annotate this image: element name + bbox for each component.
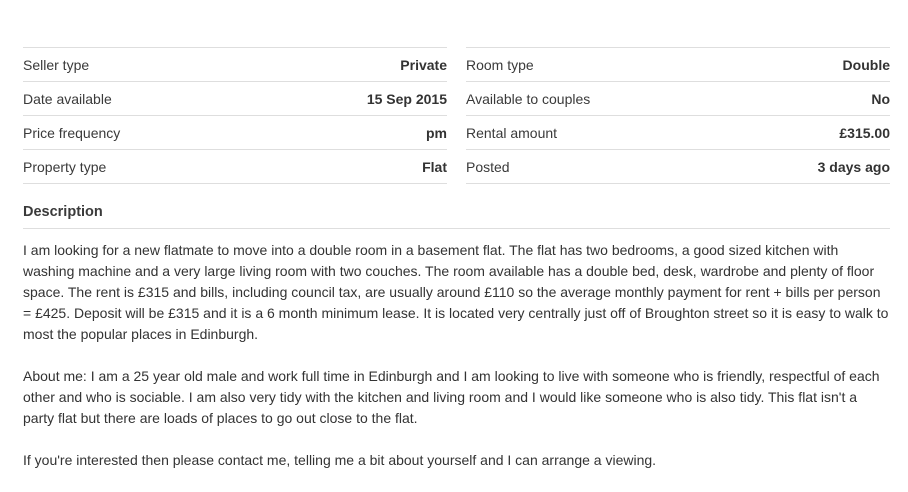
attribute-label: Seller type [23,56,90,73]
attribute-value: Double [842,56,890,73]
attribute-row-room-type: Room type Double [466,47,890,81]
description-heading: Description [23,204,890,229]
attribute-label: Date available [23,90,112,107]
attribute-value: No [871,90,890,107]
attribute-label: Rental amount [466,124,558,141]
attribute-value: Private [400,56,447,73]
listing-details: Seller type Private Date available 15 Se… [23,47,890,492]
attribute-label: Available to couples [466,90,591,107]
attribute-row-date-available: Date available 15 Sep 2015 [23,81,447,115]
attribute-row-rental-amount: Rental amount £315.00 [466,115,890,149]
attribute-row-available-to-couples: Available to couples No [466,81,890,115]
attribute-label: Property type [23,158,107,175]
description-body: I am looking for a new flatmate to move … [23,240,890,471]
attribute-row-seller-type: Seller type Private [23,47,447,81]
description-paragraph: If you're interested then please contact… [23,452,657,468]
attribute-label: Price frequency [23,124,121,141]
attribute-row-price-frequency: Price frequency pm [23,115,447,149]
description-paragraph: About me: I am a 25 year old male and wo… [23,368,880,426]
attribute-label: Posted [466,158,510,175]
attribute-label: Room type [466,56,534,73]
attribute-value: 15 Sep 2015 [366,90,447,107]
attribute-row-posted: Posted 3 days ago [466,149,890,184]
attribute-value: Flat [422,158,447,175]
attribute-value: pm [426,124,447,141]
attributes-left-column: Seller type Private Date available 15 Se… [23,47,447,184]
attribute-value: 3 days ago [817,158,890,175]
attributes-right-column: Room type Double Available to couples No… [466,47,890,184]
attribute-row-property-type: Property type Flat [23,149,447,184]
attribute-value: £315.00 [839,124,890,141]
description-paragraph: I am looking for a new flatmate to move … [23,242,889,342]
attributes-table: Seller type Private Date available 15 Se… [23,47,890,184]
